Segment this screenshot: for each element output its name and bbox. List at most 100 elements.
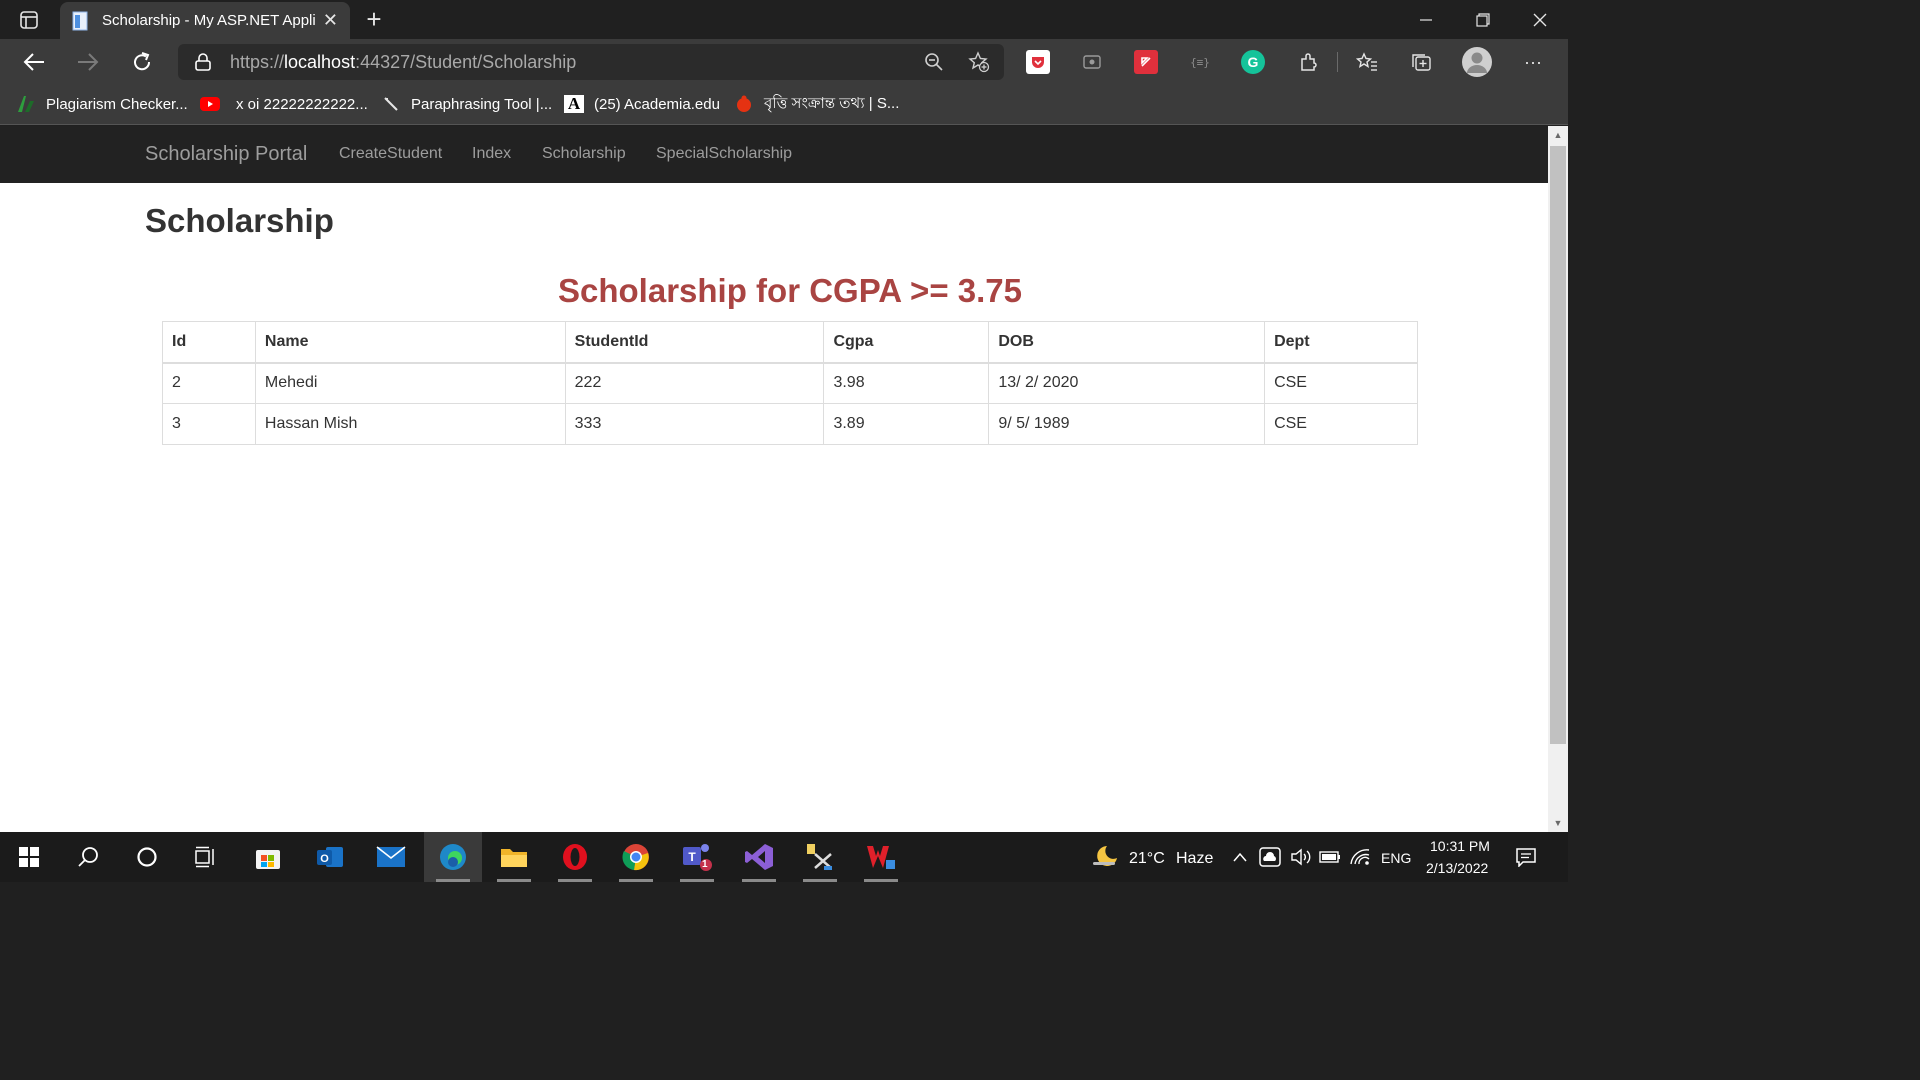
- running-indicator: [680, 879, 714, 882]
- svg-text:O: O: [320, 853, 329, 865]
- table-cell: 2: [162, 362, 256, 404]
- bookmark-label: Plagiarism Checker...: [46, 95, 188, 113]
- minimize-icon[interactable]: [1406, 6, 1446, 34]
- opera-icon[interactable]: [558, 840, 592, 874]
- file-explorer-icon[interactable]: [497, 840, 531, 874]
- table-cell: 9/ 5/ 1989: [988, 403, 1266, 445]
- pdf-extension-icon[interactable]: [1134, 50, 1158, 74]
- wps-office-icon[interactable]: [864, 840, 898, 874]
- browser-toolbar: https://localhost:44327/Student/Scholars…: [0, 39, 1568, 85]
- close-window-icon[interactable]: [1520, 6, 1560, 34]
- windows-taskbar: O T 1 21°C Haze ENG 10:31 PM 2/13/2022: [0, 832, 1568, 882]
- back-icon[interactable]: [19, 48, 49, 76]
- scroll-down-icon[interactable]: ▼: [1553, 818, 1563, 828]
- new-tab-button[interactable]: +: [360, 6, 388, 34]
- dev-tools-icon[interactable]: [803, 840, 837, 874]
- tab-close-icon[interactable]: ✕: [323, 10, 338, 31]
- table-cell: Mehedi: [254, 362, 566, 404]
- edge-browser-icon[interactable]: [436, 840, 470, 874]
- forward-icon[interactable]: [73, 48, 103, 76]
- volume-icon[interactable]: [1287, 840, 1315, 874]
- table-cell: 3: [162, 403, 256, 445]
- clock-date[interactable]: 2/13/2022: [1426, 860, 1488, 876]
- task-view-icon[interactable]: [188, 840, 222, 874]
- url-text[interactable]: https://localhost:44327/Student/Scholars…: [230, 52, 576, 73]
- table-cell: 3.89: [823, 403, 990, 445]
- search-icon[interactable]: [72, 840, 106, 874]
- add-favorite-icon[interactable]: [968, 51, 990, 73]
- web-page: Scholarship Portal CreateStudent Index S…: [0, 126, 1548, 832]
- restore-icon[interactable]: [1463, 6, 1503, 34]
- column-header: Id: [162, 321, 256, 364]
- youtube-icon: [200, 95, 220, 113]
- grammarly-icon[interactable]: G: [1241, 50, 1265, 74]
- battery-icon[interactable]: [1316, 840, 1344, 874]
- favorites-icon[interactable]: [1355, 50, 1379, 74]
- more-options-icon[interactable]: ···: [1521, 50, 1545, 74]
- active-tab[interactable]: Scholarship - My ASP.NET Applic ✕: [60, 2, 350, 39]
- academia-icon: A: [564, 94, 584, 113]
- zoom-icon[interactable]: [923, 51, 945, 73]
- lock-icon[interactable]: [194, 53, 212, 71]
- outlook-icon[interactable]: O: [313, 840, 347, 874]
- address-bar[interactable]: https://localhost:44327/Student/Scholars…: [178, 44, 1004, 80]
- json-extension-icon[interactable]: {≡}: [1188, 50, 1212, 74]
- mail-icon[interactable]: [374, 840, 408, 874]
- url-scheme: https://: [230, 52, 285, 72]
- extensions-icon[interactable]: [1296, 50, 1320, 74]
- running-indicator: [497, 879, 531, 882]
- teams-notification-badge: 1: [702, 859, 708, 870]
- chevron-up-icon[interactable]: [1225, 840, 1255, 874]
- nav-link-index[interactable]: Index: [472, 145, 511, 163]
- bookmarks-bar: Plagiarism Checker... x oi 22222222222..…: [0, 85, 1568, 125]
- column-header: Cgpa: [823, 321, 990, 364]
- table-cell: Hassan Mish: [254, 403, 566, 445]
- running-indicator: [803, 879, 837, 882]
- tab-actions-icon[interactable]: [10, 7, 48, 33]
- running-indicator: [619, 879, 653, 882]
- notifications-icon[interactable]: [1511, 840, 1541, 874]
- bookmark-item[interactable]: A (25) Academia.edu: [564, 93, 720, 115]
- scrollbar-thumb[interactable]: [1550, 146, 1566, 744]
- url-path: :44327/Student/Scholarship: [355, 52, 577, 72]
- table-header-row: Id Name StudentId Cgpa DOB Dept: [162, 321, 1418, 364]
- nav-link-createstudent[interactable]: CreateStudent: [339, 145, 442, 163]
- table-cell: 222: [564, 362, 825, 404]
- table-row: 3 Hassan Mish 333 3.89 9/ 5/ 1989 CSE: [162, 403, 1418, 445]
- scholarship-subtitle: Scholarship for CGPA >= 3.75: [558, 272, 1022, 309]
- screen-capture-extension-icon[interactable]: [1080, 50, 1104, 74]
- bookmark-item[interactable]: Plagiarism Checker...: [16, 93, 188, 115]
- weather-moon-icon[interactable]: [1088, 840, 1122, 874]
- clock-time[interactable]: 10:31 PM: [1430, 838, 1490, 854]
- scroll-up-icon[interactable]: ▲: [1553, 130, 1563, 140]
- plagiarism-icon: [16, 95, 36, 113]
- bookmark-item[interactable]: x oi 22222222222...: [200, 93, 368, 115]
- nav-link-specialscholarship[interactable]: SpecialScholarship: [656, 145, 792, 163]
- column-header: Name: [254, 321, 566, 364]
- column-header: DOB: [988, 321, 1266, 364]
- weather-description[interactable]: Haze: [1176, 850, 1213, 868]
- visual-studio-icon[interactable]: [742, 840, 776, 874]
- quill-icon: [381, 95, 401, 113]
- vertical-scrollbar[interactable]: ▲ ▼: [1548, 126, 1568, 832]
- windows-start-icon[interactable]: [12, 840, 46, 874]
- profile-avatar-icon[interactable]: [1462, 47, 1492, 77]
- nav-link-scholarship[interactable]: Scholarship: [542, 145, 626, 163]
- wifi-icon[interactable]: [1346, 840, 1374, 874]
- refresh-icon[interactable]: [127, 48, 157, 76]
- cortana-icon[interactable]: [130, 840, 164, 874]
- language-indicator[interactable]: ENG: [1381, 850, 1411, 866]
- brand-link[interactable]: Scholarship Portal: [145, 143, 307, 166]
- bookmark-label: x oi 22222222222...: [236, 95, 368, 113]
- bookmark-item[interactable]: বৃত্তি সংক্রান্ত তথ্য | S...: [734, 93, 899, 115]
- microsoft-store-icon[interactable]: [251, 840, 285, 874]
- teams-icon[interactable]: T 1: [680, 840, 714, 874]
- weather-temperature[interactable]: 21°C: [1129, 850, 1165, 868]
- table-cell: CSE: [1264, 403, 1418, 445]
- chrome-icon[interactable]: [619, 840, 653, 874]
- bookmark-item[interactable]: Paraphrasing Tool |...: [381, 93, 552, 115]
- collections-icon[interactable]: [1409, 50, 1433, 74]
- page-title: Scholarship: [145, 202, 334, 239]
- onedrive-icon[interactable]: [1256, 840, 1284, 874]
- pocket-extension-icon[interactable]: [1026, 50, 1050, 74]
